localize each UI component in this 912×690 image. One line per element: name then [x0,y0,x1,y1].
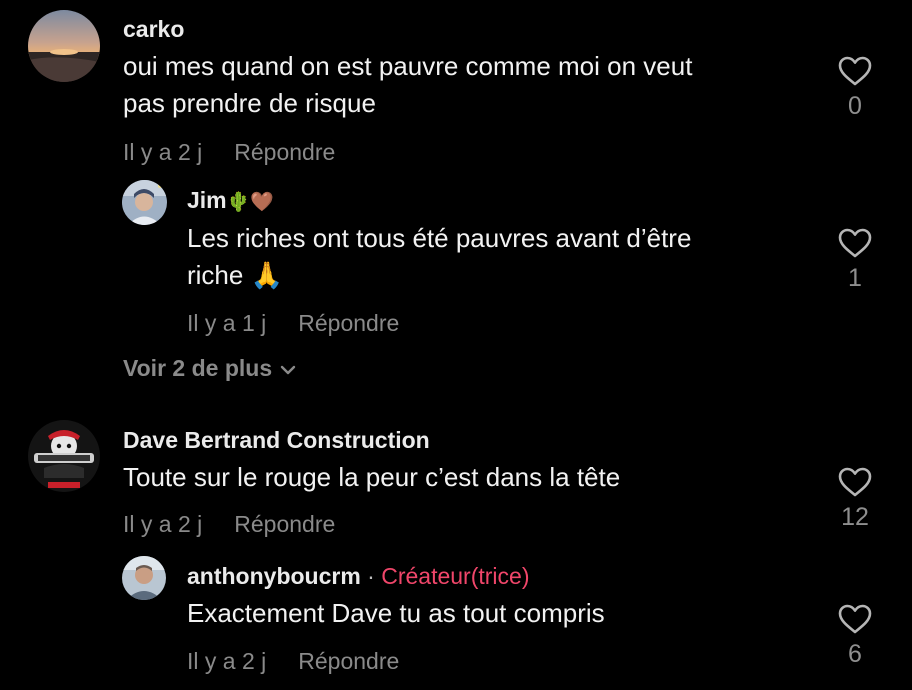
comment-text-line: Exactement Dave tu as tout compris [187,598,605,628]
username[interactable]: anthonyboucrm · Créateur(trice) [187,563,530,590]
separator-dot: · [360,563,382,589]
view-more-label: Voir 2 de plus [123,355,273,381]
comment-text-line: Les riches ont tous été pauvres avant d’… [187,223,692,253]
comment-text-line: Toute sur le rouge la peur c’est dans la… [123,462,621,492]
comment-meta: Il y a 2 j Répondre [123,139,335,166]
view-more-replies-button[interactable]: Voir 2 de plus [123,355,296,382]
heart-outline-icon[interactable] [838,604,872,634]
like-count: 1 [848,264,862,292]
logo-avatar-image [28,420,100,492]
like-button[interactable]: 0 [825,56,885,121]
like-count: 0 [848,92,862,120]
heart-outline-icon[interactable] [838,467,872,497]
heart-outline-icon[interactable] [838,56,872,86]
reply-button[interactable]: Répondre [298,310,399,336]
like-button[interactable]: 12 [825,467,885,532]
avatar-jim[interactable] [122,180,167,225]
avatar-dave-bertrand[interactable] [28,420,100,492]
like-count: 6 [848,640,862,668]
chevron-down-icon [280,365,296,375]
avatar-carko[interactable] [28,10,100,82]
like-count: 12 [841,503,869,531]
comment-text: Toute sur le rouge la peur c’est dans la… [123,459,620,496]
username[interactable]: carko [123,16,184,43]
comment-meta: Il y a 2 j Répondre [187,648,399,675]
like-button[interactable]: 1 [825,228,885,293]
heart-outline-icon[interactable] [838,228,872,258]
comment-text-line: riche 🙏 [187,260,283,290]
person-avatar-image [122,180,167,225]
timestamp: Il y a 2 j [123,139,203,165]
timestamp: Il y a 1 j [187,310,267,336]
username[interactable]: Dave Bertrand Construction [123,427,430,454]
username-emoji: 🌵🤎 [226,191,274,213]
comment-text-line: pas prendre de risque [123,88,376,118]
comment-text: oui mes quand on est pauvre comme moi on… [123,48,692,122]
comment-meta: Il y a 2 j Répondre [123,511,335,538]
comment-meta: Il y a 1 j Répondre [187,310,399,337]
comment-text: Les riches ont tous été pauvres avant d’… [187,220,691,294]
username[interactable]: Jim🌵🤎 [187,187,274,214]
person-avatar-image [122,556,166,600]
like-button[interactable]: 6 [825,604,885,669]
reply-button[interactable]: Répondre [234,511,335,537]
creator-badge: Créateur(trice) [381,563,530,589]
comment-text-line: oui mes quand on est pauvre comme moi on… [123,51,693,81]
comment-text: Exactement Dave tu as tout compris [187,595,605,632]
reply-button[interactable]: Répondre [298,648,399,674]
sunset-avatar-image [28,10,100,82]
timestamp: Il y a 2 j [123,511,203,537]
avatar-anthonyboucrm[interactable] [122,556,166,600]
username-text: Jim [187,187,227,213]
reply-button[interactable]: Répondre [234,139,335,165]
timestamp: Il y a 2 j [187,648,267,674]
username-text: anthonyboucrm [187,563,361,589]
